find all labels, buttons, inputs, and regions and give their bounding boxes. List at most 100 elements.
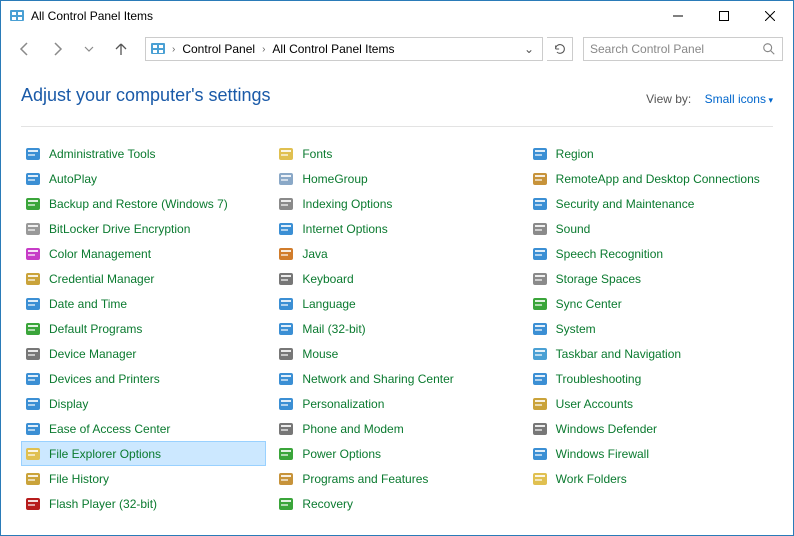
chevron-right-icon[interactable]: › bbox=[168, 44, 179, 55]
control-panel-item[interactable]: Color Management bbox=[21, 241, 266, 266]
up-button[interactable] bbox=[107, 35, 135, 63]
maximize-button[interactable] bbox=[701, 1, 747, 31]
item-label: Speech Recognition bbox=[556, 247, 663, 261]
language-icon bbox=[278, 296, 294, 312]
forward-button[interactable] bbox=[43, 35, 71, 63]
control-panel-item[interactable]: Administrative Tools bbox=[21, 141, 266, 166]
control-panel-item[interactable]: Region bbox=[528, 141, 773, 166]
bitlocker-icon bbox=[25, 221, 41, 237]
control-panel-item[interactable]: Network and Sharing Center bbox=[274, 366, 519, 391]
control-panel-item[interactable]: Backup and Restore (Windows 7) bbox=[21, 191, 266, 216]
item-label: Network and Sharing Center bbox=[302, 372, 453, 386]
control-panel-item[interactable]: HomeGroup bbox=[274, 166, 519, 191]
item-label: Backup and Restore (Windows 7) bbox=[49, 197, 228, 211]
close-button[interactable] bbox=[747, 1, 793, 31]
control-panel-icon bbox=[150, 41, 166, 57]
control-panel-item[interactable]: Display bbox=[21, 391, 266, 416]
item-label: Region bbox=[556, 147, 594, 161]
control-panel-item[interactable]: Mail (32-bit) bbox=[274, 316, 519, 341]
item-label: Windows Defender bbox=[556, 422, 657, 436]
item-label: Administrative Tools bbox=[49, 147, 156, 161]
region-icon bbox=[532, 146, 548, 162]
control-panel-item[interactable]: Recovery bbox=[274, 491, 519, 516]
search-box[interactable] bbox=[583, 37, 783, 61]
items-grid: Administrative Tools Fonts Region AutoPlay H… bbox=[21, 141, 773, 516]
item-label: AutoPlay bbox=[49, 172, 97, 186]
item-label: Power Options bbox=[302, 447, 381, 461]
breadcrumb-root[interactable]: Control Panel bbox=[179, 40, 258, 58]
control-panel-item[interactable]: Java bbox=[274, 241, 519, 266]
control-panel-item[interactable]: File History bbox=[21, 466, 266, 491]
view-by-value[interactable]: Small icons bbox=[705, 92, 773, 106]
sync-center-icon bbox=[532, 296, 548, 312]
item-label: Indexing Options bbox=[302, 197, 392, 211]
control-panel-item[interactable]: Credential Manager bbox=[21, 266, 266, 291]
control-panel-item[interactable]: Fonts bbox=[274, 141, 519, 166]
item-label: Storage Spaces bbox=[556, 272, 641, 286]
item-label: Java bbox=[302, 247, 327, 261]
item-label: Ease of Access Center bbox=[49, 422, 170, 436]
item-label: Troubleshooting bbox=[556, 372, 642, 386]
control-panel-item[interactable]: Storage Spaces bbox=[528, 266, 773, 291]
control-panel-item[interactable]: BitLocker Drive Encryption bbox=[21, 216, 266, 241]
control-panel-item[interactable]: Security and Maintenance bbox=[528, 191, 773, 216]
keyboard-icon bbox=[278, 271, 294, 287]
minimize-button[interactable] bbox=[655, 1, 701, 31]
control-panel-item[interactable]: Windows Firewall bbox=[528, 441, 773, 466]
divider bbox=[21, 126, 773, 127]
breadcrumb[interactable]: › Control Panel › All Control Panel Item… bbox=[145, 37, 543, 61]
back-button[interactable] bbox=[11, 35, 39, 63]
control-panel-item[interactable]: RemoteApp and Desktop Connections bbox=[528, 166, 773, 191]
control-panel-item[interactable]: Default Programs bbox=[21, 316, 266, 341]
control-panel-item[interactable]: Flash Player (32-bit) bbox=[21, 491, 266, 516]
control-panel-item[interactable]: Ease of Access Center bbox=[21, 416, 266, 441]
recent-dropdown[interactable] bbox=[75, 35, 103, 63]
sound-icon bbox=[532, 221, 548, 237]
item-label: Display bbox=[49, 397, 88, 411]
control-panel-item[interactable]: File Explorer Options bbox=[21, 441, 266, 466]
chevron-right-icon[interactable]: › bbox=[258, 44, 269, 55]
control-panel-item[interactable]: User Accounts bbox=[528, 391, 773, 416]
control-panel-item[interactable]: Personalization bbox=[274, 391, 519, 416]
control-panel-item[interactable]: System bbox=[528, 316, 773, 341]
control-panel-item[interactable]: Power Options bbox=[274, 441, 519, 466]
control-panel-item[interactable]: Device Manager bbox=[21, 341, 266, 366]
troubleshooting-icon bbox=[532, 371, 548, 387]
control-panel-item[interactable]: Sync Center bbox=[528, 291, 773, 316]
control-panel-item[interactable]: Programs and Features bbox=[274, 466, 519, 491]
control-panel-item[interactable]: Speech Recognition bbox=[528, 241, 773, 266]
autoplay-icon bbox=[25, 171, 41, 187]
admin-tools-icon bbox=[25, 146, 41, 162]
control-panel-item[interactable]: Work Folders bbox=[528, 466, 773, 491]
ease-access-icon bbox=[25, 421, 41, 437]
item-label: Color Management bbox=[49, 247, 151, 261]
control-panel-item[interactable]: Mouse bbox=[274, 341, 519, 366]
control-panel-item[interactable]: Taskbar and Navigation bbox=[528, 341, 773, 366]
control-panel-item[interactable]: Keyboard bbox=[274, 266, 519, 291]
control-panel-item[interactable]: Language bbox=[274, 291, 519, 316]
device-manager-icon bbox=[25, 346, 41, 362]
chevron-down-icon[interactable]: ⌄ bbox=[518, 42, 540, 56]
control-panel-item[interactable]: Date and Time bbox=[21, 291, 266, 316]
control-panel-item[interactable]: Sound bbox=[528, 216, 773, 241]
credential-icon bbox=[25, 271, 41, 287]
control-panel-item[interactable]: Windows Defender bbox=[528, 416, 773, 441]
mail-icon bbox=[278, 321, 294, 337]
remoteapp-icon bbox=[532, 171, 548, 187]
control-panel-item[interactable]: Devices and Printers bbox=[21, 366, 266, 391]
item-label: Internet Options bbox=[302, 222, 387, 236]
power-options-icon bbox=[278, 446, 294, 462]
control-panel-item[interactable]: Phone and Modem bbox=[274, 416, 519, 441]
item-label: Credential Manager bbox=[49, 272, 154, 286]
control-panel-item[interactable]: AutoPlay bbox=[21, 166, 266, 191]
item-label: Mouse bbox=[302, 347, 338, 361]
control-panel-item[interactable]: Indexing Options bbox=[274, 191, 519, 216]
refresh-button[interactable] bbox=[547, 37, 573, 61]
control-panel-item[interactable]: Internet Options bbox=[274, 216, 519, 241]
item-label: Security and Maintenance bbox=[556, 197, 695, 211]
item-label: Device Manager bbox=[49, 347, 136, 361]
breadcrumb-leaf[interactable]: All Control Panel Items bbox=[269, 40, 397, 58]
search-input[interactable] bbox=[590, 42, 762, 56]
item-label: Phone and Modem bbox=[302, 422, 403, 436]
control-panel-item[interactable]: Troubleshooting bbox=[528, 366, 773, 391]
